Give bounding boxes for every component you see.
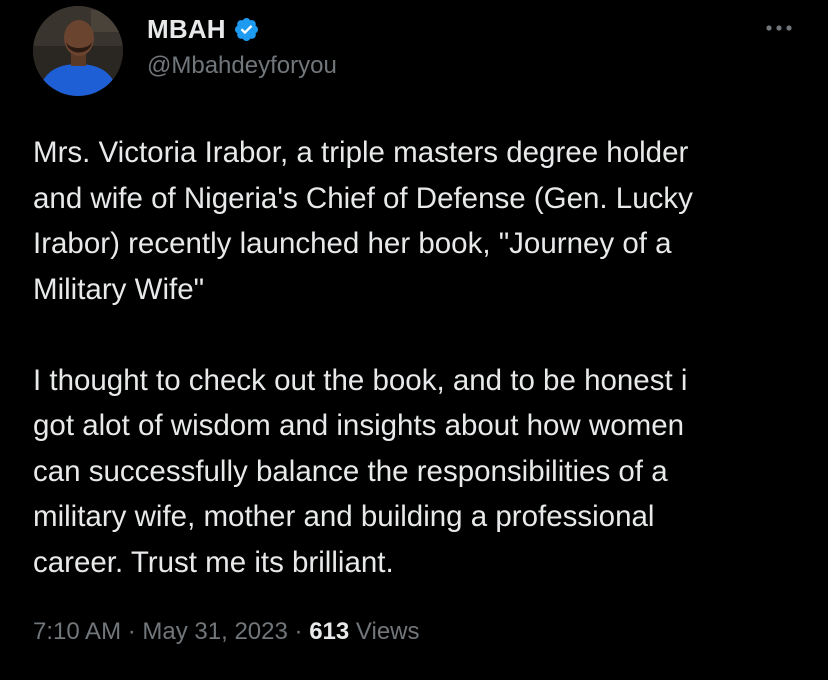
tweet-meta: 7:10 AM · May 31, 2023 · 613 Views xyxy=(33,618,420,646)
author-handle[interactable]: @Mbahdeyforyou xyxy=(147,52,337,80)
tweet-time[interactable]: 7:10 AM xyxy=(33,618,121,645)
author-name-row: MBAH xyxy=(147,12,260,46)
tweet-paragraph-2: I thought to check out the book, and to … xyxy=(33,363,688,579)
author-display-name[interactable]: MBAH xyxy=(147,14,226,45)
tweet-text: Mrs. Victoria Irabor, a triple masters d… xyxy=(33,130,803,585)
views-count[interactable]: 613 xyxy=(309,618,349,645)
meta-separator: · xyxy=(294,618,303,645)
meta-separator: · xyxy=(127,618,136,645)
tweet-date[interactable]: May 31, 2023 xyxy=(142,618,287,645)
views-label: Views xyxy=(355,618,420,645)
tweet-paragraph-1: Mrs. Victoria Irabor, a triple masters d… xyxy=(33,136,693,306)
avatar[interactable] xyxy=(33,6,123,96)
verified-badge-icon[interactable] xyxy=(233,16,260,43)
more-horizontal-icon[interactable] xyxy=(762,18,798,38)
avatar-image xyxy=(33,6,123,96)
tweet-detail: MBAH @Mbahdeyforyou Mrs. Victoria Irabor… xyxy=(0,0,828,680)
